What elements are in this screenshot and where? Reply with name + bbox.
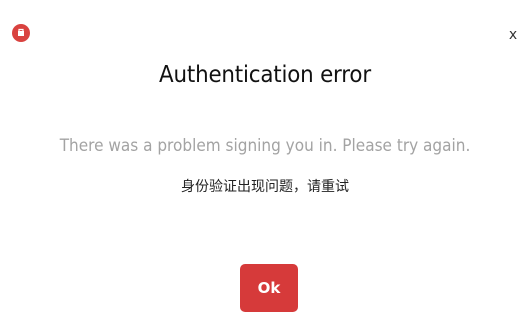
- error-message-english: There was a problem signing you in. Plea…: [59, 136, 471, 156]
- ok-button[interactable]: Ok: [240, 264, 298, 312]
- error-message-chinese: 身份验证出现问题，请重试: [181, 179, 349, 195]
- dialog-title: Authentication error: [159, 62, 371, 88]
- app-logo-icon: [12, 24, 30, 42]
- authentication-error-dialog: x Authentication error There was a probl…: [0, 0, 530, 319]
- close-button[interactable]: x: [504, 26, 522, 44]
